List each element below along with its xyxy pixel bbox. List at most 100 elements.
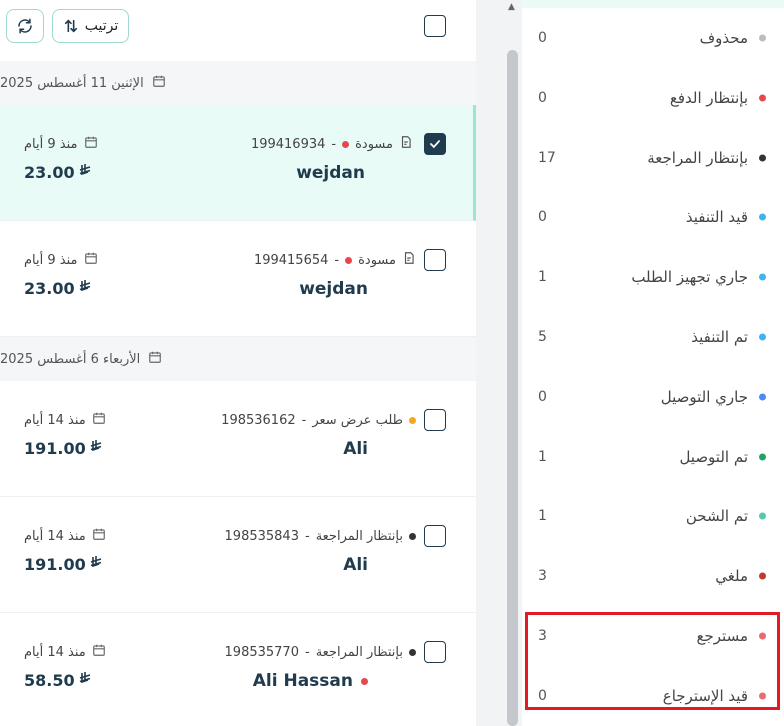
status-dot: [409, 648, 416, 656]
date-label: الأربعاء 6 أغسطس 2025: [0, 351, 141, 367]
amount-value: 191.00: [24, 439, 86, 458]
riyal-currency-icon: [79, 672, 91, 689]
status-label: قيد التنفيذ: [685, 208, 748, 227]
status-label: تم الشحن: [685, 507, 748, 526]
order-age: منذ 9 أيام: [24, 249, 98, 271]
status-count: 0: [538, 30, 547, 46]
status-filter-item[interactable]: جاري التوصيل 0: [522, 367, 784, 427]
calendar-icon: [84, 135, 98, 153]
status-filter-item[interactable]: ملغي 3: [522, 546, 784, 606]
status-color-dot: [759, 572, 766, 580]
status-count: 0: [538, 388, 547, 405]
orders-toolbar: ترتيب: [0, 0, 476, 58]
order-number[interactable]: 199416934: [251, 137, 325, 152]
order-checkbox[interactable]: [424, 525, 446, 547]
separator: -: [304, 528, 310, 544]
status-filter-item[interactable]: جاري تجهيز الطلب 1: [522, 247, 784, 307]
status-color-dot: [759, 512, 766, 520]
status-filter-item[interactable]: تم الشحن 1: [522, 486, 784, 546]
calendar-icon: [84, 251, 98, 269]
riyal-currency-icon: [79, 280, 91, 297]
scroll-up-arrow-icon[interactable]: ▲: [508, 2, 515, 12]
order-status: بإنتظار المراجعة: [315, 644, 403, 660]
status-filter-item[interactable]: بإنتظار الدفع 0: [522, 68, 784, 128]
customer-name: Ali Hassan: [252, 671, 353, 691]
status-count: 0: [538, 209, 547, 226]
status-label: بإنتظار الدفع: [669, 88, 748, 107]
customer-name-line: Ali Hassan: [253, 671, 368, 691]
order-amount: 191.00: [24, 555, 102, 574]
order-row[interactable]: طلب عرض سعر -198536162 Ali منذ 14 أيام 191.0…: [0, 381, 476, 497]
customer-name-line: Ali: [343, 439, 368, 459]
order-row[interactable]: مسودة -199416934 wejdan منذ 9 أيام 23.00: [0, 105, 476, 221]
status-label: ملغي: [715, 567, 748, 586]
sort-label: ترتيب: [84, 18, 119, 34]
refresh-button[interactable]: [6, 9, 44, 43]
status-filter-item[interactable]: محذوف 0: [522, 8, 784, 68]
amount-value: 191.00: [24, 555, 86, 574]
status-label: تم التنفيذ: [691, 328, 748, 346]
scrollbar-thumb[interactable]: [507, 50, 518, 726]
order-age-text: منذ 14 أيام: [24, 528, 86, 544]
amount-value: 23.00: [24, 279, 75, 298]
order-amount: 58.50: [24, 671, 91, 690]
status-count: 0: [538, 89, 547, 106]
amount-value: 58.50: [24, 671, 75, 690]
status-color-dot: [759, 393, 766, 401]
order-number[interactable]: 198535770: [225, 645, 299, 660]
status-filter-item[interactable]: تم التوصيل 1: [522, 427, 784, 487]
order-amount: 23.00: [24, 163, 91, 182]
order-status-line: مسودة -199416934: [251, 133, 413, 155]
status-count: 5: [538, 329, 547, 345]
customer-name: wejdan: [299, 279, 368, 299]
order-status-line: مسودة -199415654: [254, 249, 416, 271]
status-color-dot: [759, 273, 766, 281]
order-checkbox[interactable]: [424, 133, 446, 155]
status-filter-item[interactable]: بإنتظار المراجعة 17: [522, 128, 784, 188]
draft-icon: [399, 135, 413, 153]
status-color-dot: [759, 333, 766, 341]
separator: -: [304, 644, 310, 660]
status-label: جاري التوصيل: [660, 387, 748, 406]
order-age-text: منذ 9 أيام: [24, 252, 78, 268]
order-checkbox[interactable]: [424, 641, 446, 663]
calendar-icon: [92, 411, 106, 429]
order-age: منذ 14 أيام: [24, 525, 106, 547]
status-filter-item[interactable]: قيد التنفيذ 0: [522, 187, 784, 247]
riyal-currency-icon: [90, 440, 102, 457]
customer-name-line: wejdan: [299, 279, 368, 299]
order-checkbox[interactable]: [424, 249, 446, 271]
order-checkbox[interactable]: [424, 409, 446, 431]
status-color-dot: [759, 213, 766, 221]
order-age-text: منذ 14 أيام: [24, 644, 86, 660]
date-group-header: الإثنين 11 أغسطس 2025: [0, 61, 476, 105]
customer-name-line: Ali: [343, 555, 368, 575]
status-label: جاري تجهيز الطلب: [631, 268, 748, 287]
riyal-currency-icon: [90, 556, 102, 573]
calendar-icon: [152, 74, 166, 92]
status-dot: [409, 532, 416, 540]
customer-status-dot: [361, 677, 368, 685]
separator: -: [334, 252, 340, 268]
order-number[interactable]: 198535843: [225, 529, 299, 544]
separator: -: [331, 136, 337, 152]
order-row[interactable]: مسودة -199415654 wejdan منذ 9 أيام 23.00: [0, 221, 476, 337]
order-status: بإنتظار المراجعة: [315, 528, 403, 544]
orders-panel: ترتيب الإثنين 11 أغسطس 2025 مسودة -1994169…: [0, 0, 476, 726]
order-number[interactable]: 198536162: [221, 413, 295, 428]
status-filter-item[interactable]: تم التنفيذ 5: [522, 307, 784, 367]
status-color-dot: [759, 34, 766, 42]
refresh-icon: [18, 18, 32, 34]
order-age: منذ 14 أيام: [24, 641, 106, 663]
order-amount: 191.00: [24, 439, 102, 458]
status-count: 1: [538, 508, 547, 525]
sort-button[interactable]: ترتيب: [52, 9, 129, 43]
order-row[interactable]: بإنتظار المراجعة -198535770 Ali Hassan منذ …: [0, 613, 476, 726]
date-group-header: الأربعاء 6 أغسطس 2025: [0, 337, 476, 381]
order-number[interactable]: 199415654: [254, 253, 328, 268]
calendar-icon: [148, 350, 162, 368]
order-row[interactable]: بإنتظار المراجعة -198535843 Ali منذ 14 أيام…: [0, 497, 476, 613]
order-status: مسودة: [355, 136, 393, 152]
select-all-checkbox[interactable]: [424, 15, 446, 37]
status-count: 1: [538, 448, 547, 465]
